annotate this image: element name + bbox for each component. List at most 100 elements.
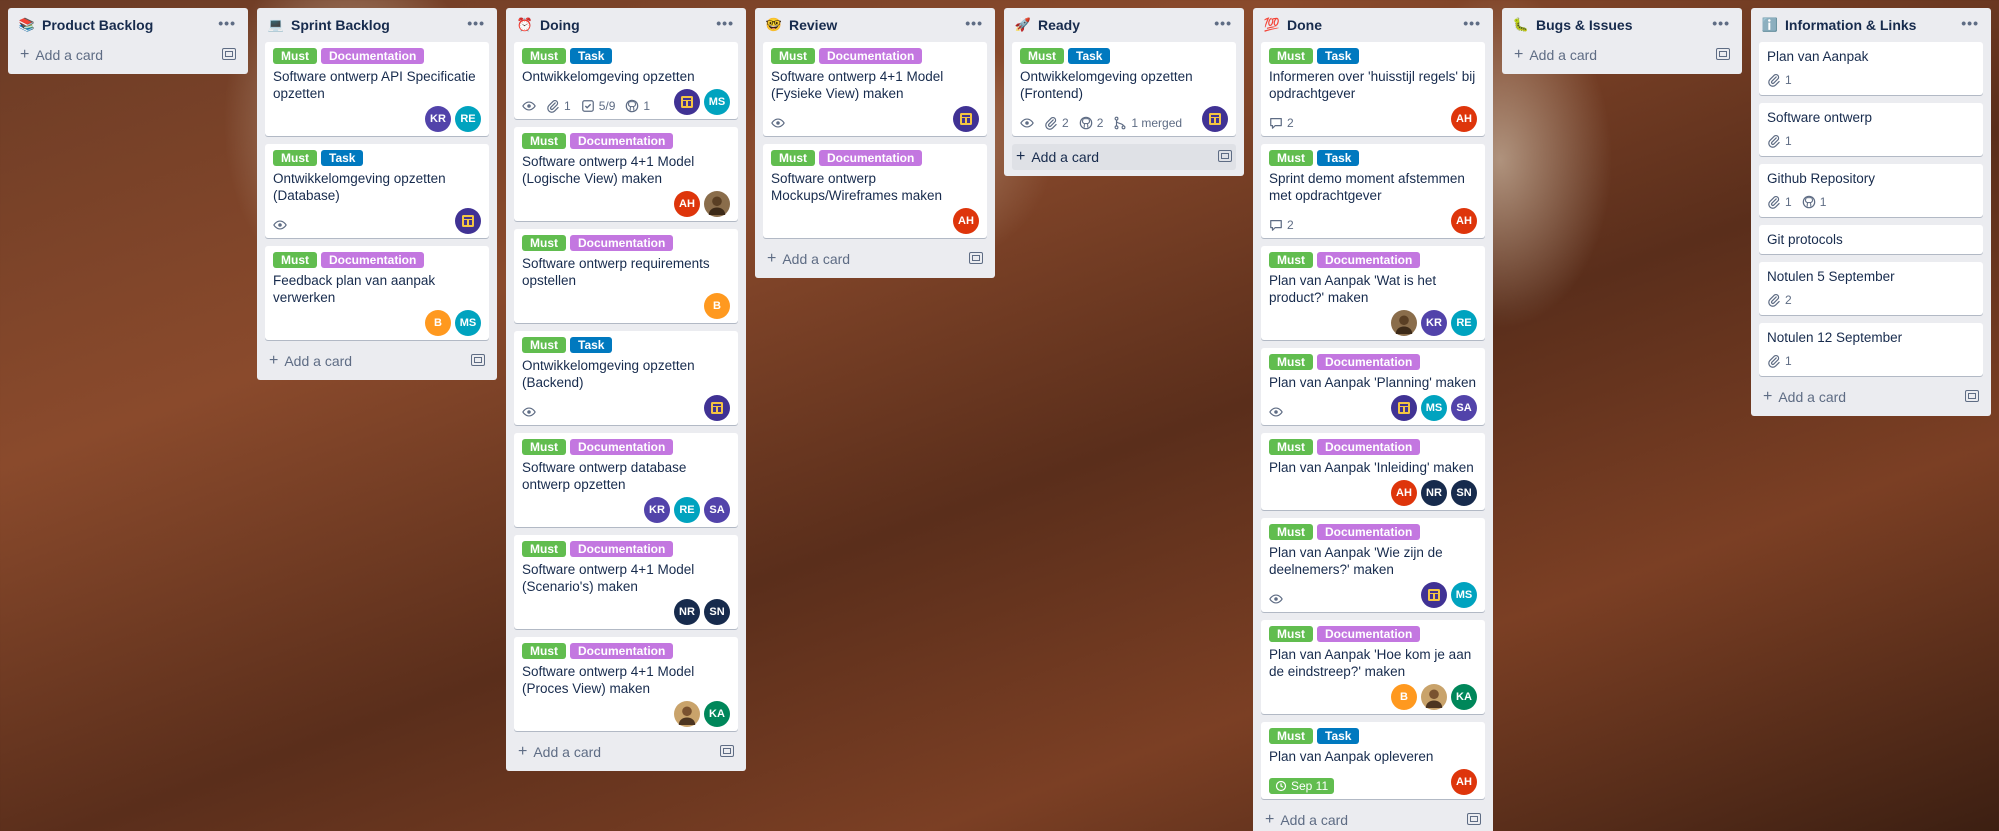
label-doc[interactable]: Documentation (321, 252, 425, 268)
label-doc[interactable]: Documentation (1317, 252, 1421, 268)
label-must[interactable]: Must (522, 337, 566, 353)
card[interactable]: Software ontwerp 1 (1759, 103, 1983, 156)
card[interactable]: Must Task Ontwikkelomgeving opzetten (Data… (265, 144, 489, 238)
list-header[interactable]: 📚 Product Backlog ••• (16, 8, 240, 42)
member-avatar[interactable]: NR (1421, 480, 1447, 506)
card[interactable]: Must Documentation Software ontwerp 4+1 Mo… (514, 127, 738, 221)
card[interactable]: Must Documentation Feedback plan van aanpa… (265, 246, 489, 340)
label-must[interactable]: Must (273, 48, 317, 64)
card[interactable]: Must Task Ontwikkelomgeving opzetten 1 5/9 1 M… (514, 42, 738, 119)
list-title[interactable]: Doing (540, 17, 580, 33)
member-avatar[interactable]: B (704, 293, 730, 319)
card-template-icon[interactable] (222, 48, 236, 60)
list-header[interactable]: 🐛 Bugs & Issues ••• (1510, 8, 1734, 42)
list-menu-icon[interactable]: ••• (218, 15, 236, 31)
label-doc[interactable]: Documentation (1317, 626, 1421, 642)
add-card-button[interactable]: + Add a card (514, 739, 738, 765)
member-avatar-photo[interactable] (704, 191, 730, 217)
member-avatar[interactable]: KR (425, 106, 451, 132)
member-avatar[interactable]: NR (674, 599, 700, 625)
member-avatar-team-logo[interactable] (1421, 582, 1447, 608)
label-must[interactable]: Must (273, 150, 317, 166)
card[interactable]: Must Documentation Software ontwerp API Sp… (265, 42, 489, 136)
list-header[interactable]: 💯 Done ••• (1261, 8, 1485, 42)
member-avatar[interactable]: AH (953, 208, 979, 234)
label-task[interactable]: Task (570, 48, 613, 64)
add-card-button[interactable]: + Add a card (1510, 42, 1734, 68)
label-doc[interactable]: Documentation (570, 235, 674, 251)
member-avatar[interactable]: B (425, 310, 451, 336)
member-avatar[interactable]: MS (455, 310, 481, 336)
card[interactable]: Must Task Ontwikkelomgeving opzetten (Fron… (1012, 42, 1236, 136)
label-must[interactable]: Must (1269, 354, 1313, 370)
label-task[interactable]: Task (1068, 48, 1111, 64)
card[interactable]: Must Documentation Software ontwerp 4+1 Mo… (763, 42, 987, 136)
label-doc[interactable]: Documentation (570, 643, 674, 659)
label-must[interactable]: Must (1269, 524, 1313, 540)
label-doc[interactable]: Documentation (321, 48, 425, 64)
card[interactable]: Must Documentation Software ontwerp databa… (514, 433, 738, 527)
member-avatar[interactable]: RE (674, 497, 700, 523)
member-avatar[interactable]: AH (1451, 208, 1477, 234)
label-must[interactable]: Must (1020, 48, 1064, 64)
label-must[interactable]: Must (1269, 439, 1313, 455)
card-template-icon[interactable] (969, 252, 983, 264)
label-doc[interactable]: Documentation (570, 439, 674, 455)
label-must[interactable]: Must (1269, 48, 1313, 64)
list-header[interactable]: ℹ️ Information & Links ••• (1759, 8, 1983, 42)
add-card-button[interactable]: + Add a card (265, 348, 489, 374)
card[interactable]: Must Task Plan van Aanpak opleveren Sep 11 A… (1261, 722, 1485, 799)
label-task[interactable]: Task (1317, 48, 1360, 64)
label-must[interactable]: Must (771, 150, 815, 166)
member-avatar-photo[interactable] (1391, 310, 1417, 336)
label-must[interactable]: Must (1269, 728, 1313, 744)
member-avatar-team-logo[interactable] (953, 106, 979, 132)
member-avatar[interactable]: KA (704, 701, 730, 727)
member-avatar-photo[interactable] (1421, 684, 1447, 710)
card[interactable]: Must Documentation Plan van Aanpak 'Wie zi… (1261, 518, 1485, 612)
list-title[interactable]: Information & Links (1785, 17, 1916, 33)
label-task[interactable]: Task (321, 150, 364, 166)
label-must[interactable]: Must (771, 48, 815, 64)
member-avatar[interactable]: KR (1421, 310, 1447, 336)
add-card-button[interactable]: + Add a card (1759, 384, 1983, 410)
list-title[interactable]: Review (789, 17, 837, 33)
label-must[interactable]: Must (522, 439, 566, 455)
member-avatar-team-logo[interactable] (455, 208, 481, 234)
member-avatar[interactable]: RE (455, 106, 481, 132)
list-title[interactable]: Sprint Backlog (291, 17, 390, 33)
label-doc[interactable]: Documentation (570, 541, 674, 557)
card[interactable]: Must Documentation Plan van Aanpak 'Hoe ko… (1261, 620, 1485, 714)
label-must[interactable]: Must (522, 235, 566, 251)
card[interactable]: Must Documentation Plan van Aanpak 'Inleid… (1261, 433, 1485, 510)
member-avatar[interactable]: AH (1451, 769, 1477, 795)
list-title[interactable]: Bugs & Issues (1536, 17, 1632, 33)
add-card-button[interactable]: + Add a card (1012, 144, 1236, 170)
card[interactable]: Must Documentation Software ontwerp Mockup… (763, 144, 987, 238)
card[interactable]: Notulen 5 September 2 (1759, 262, 1983, 315)
list-menu-icon[interactable]: ••• (1214, 15, 1232, 31)
member-avatar[interactable]: RE (1451, 310, 1477, 336)
label-must[interactable]: Must (1269, 150, 1313, 166)
card[interactable]: Must Documentation Software ontwerp requir… (514, 229, 738, 323)
member-avatar[interactable]: MS (1421, 395, 1447, 421)
member-avatar[interactable]: AH (674, 191, 700, 217)
list-header[interactable]: 🚀 Ready ••• (1012, 8, 1236, 42)
member-avatar-team-logo[interactable] (674, 89, 700, 115)
list-title[interactable]: Done (1287, 17, 1322, 33)
label-must[interactable]: Must (1269, 252, 1313, 268)
list-title[interactable]: Ready (1038, 17, 1080, 33)
list-menu-icon[interactable]: ••• (965, 15, 983, 31)
member-avatar[interactable]: AH (1391, 480, 1417, 506)
card[interactable]: Must Documentation Software ontwerp 4+1 Mo… (514, 535, 738, 629)
card[interactable]: Must Task Sprint demo moment afstemmen met… (1261, 144, 1485, 238)
label-doc[interactable]: Documentation (819, 150, 923, 166)
add-card-button[interactable]: + Add a card (763, 246, 987, 272)
card[interactable]: Must Documentation Plan van Aanpak 'Wat is… (1261, 246, 1485, 340)
member-avatar-team-logo[interactable] (1202, 106, 1228, 132)
card-template-icon[interactable] (1716, 48, 1730, 60)
list-header[interactable]: ⏰ Doing ••• (514, 8, 738, 42)
card[interactable]: Notulen 12 September 1 (1759, 323, 1983, 376)
member-avatar[interactable]: SA (1451, 395, 1477, 421)
list-title[interactable]: Product Backlog (42, 17, 153, 33)
